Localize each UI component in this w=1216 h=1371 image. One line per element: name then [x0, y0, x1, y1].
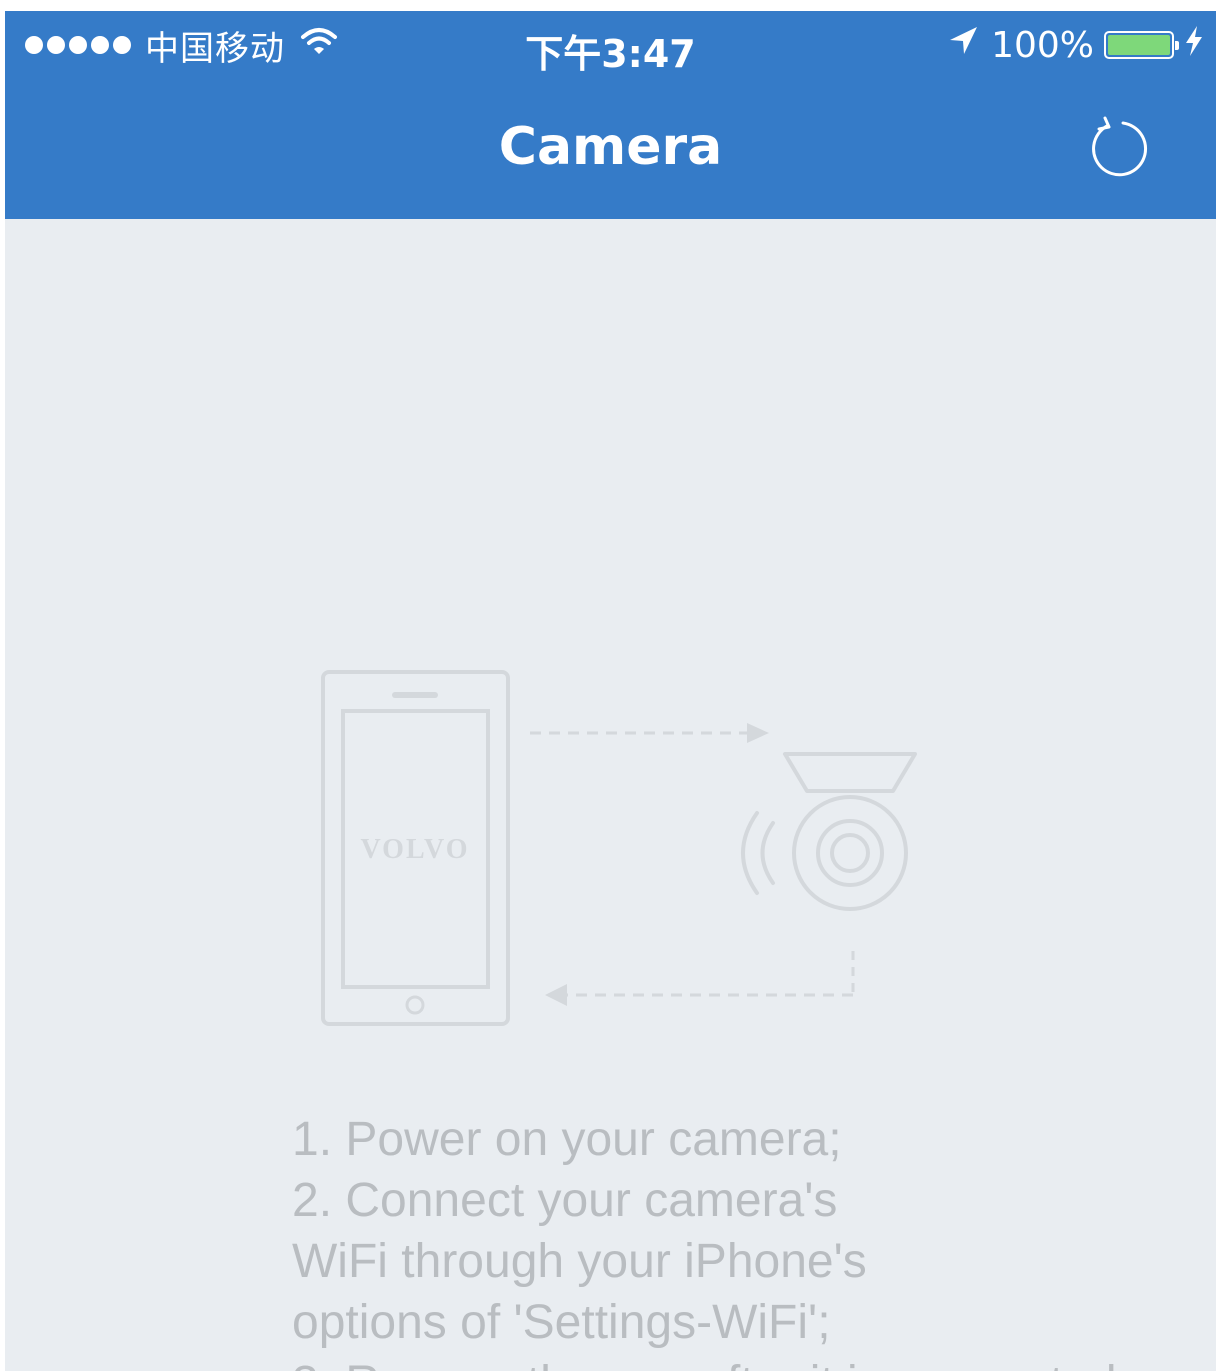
instruction-line: WiFi through your iPhone's [292, 1235, 867, 1288]
instruction-line: 1. Power on your camera; [292, 1113, 842, 1166]
instruction-line: 3. Reopen the app after it is connected; [292, 1353, 1130, 1371]
camera-icon [783, 752, 917, 911]
refresh-icon [1092, 116, 1148, 177]
page-title: Camera [498, 117, 723, 177]
charging-bolt-icon [1184, 24, 1204, 66]
arrow-left-icon [545, 951, 855, 1006]
location-arrow-icon [947, 24, 981, 67]
instruction-line: 2. Connect your camera's [292, 1174, 838, 1227]
instruction-line: options of 'Settings-WiFi'; [292, 1296, 831, 1349]
status-right: 100% [947, 23, 1204, 67]
screen: 中国移动 下午3:47 100% Camera VOLVO 1. Power o… [5, 11, 1216, 1371]
header: 中国移动 下午3:47 100% Camera [5, 11, 1216, 219]
connection-illustration: VOLVO [315, 661, 935, 1041]
phone-brand-logo: VOLVO [361, 834, 470, 865]
battery-fill [1108, 35, 1170, 55]
battery-percent: 100% [991, 24, 1094, 66]
status-bar: 中国移动 下午3:47 100% [5, 11, 1216, 79]
battery-icon [1104, 31, 1179, 59]
nav-bar: Camera [5, 79, 1216, 219]
arrow-right-icon [530, 723, 769, 743]
instructions-text: 1. Power on your camera; 2. Connect your… [292, 1109, 1130, 1371]
signal-waves-icon [741, 811, 775, 895]
refresh-button[interactable] [1085, 115, 1149, 179]
